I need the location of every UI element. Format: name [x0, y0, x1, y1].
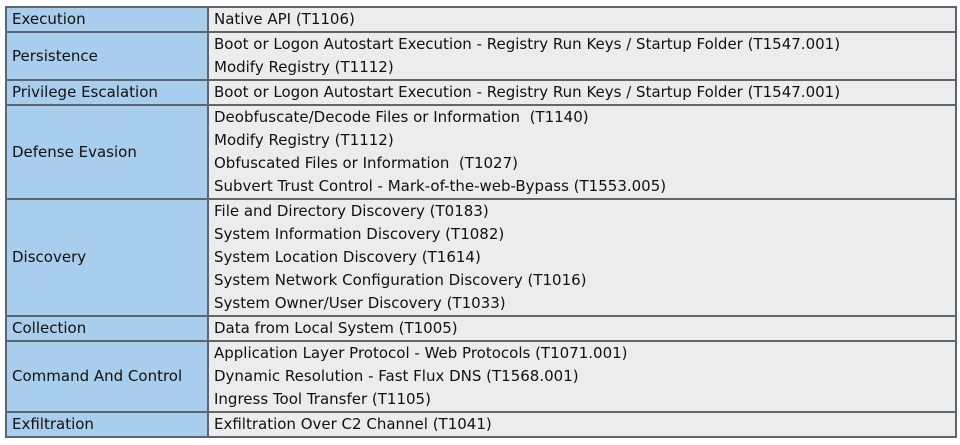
tactic-cell: Collection [5, 315, 209, 342]
technique-item: File and Directory Discovery (T0183) [214, 202, 489, 220]
table-row: Defense Evasion Deobfuscate/Decode Files … [5, 104, 957, 200]
technique-item: Modify Registry (T1112) [214, 58, 394, 76]
technique-item: Deobfuscate/Decode Files or Information … [214, 108, 589, 126]
technique-item: Subvert Trust Control - Mark-of-the-web-… [214, 177, 667, 195]
tactic-cell: Discovery [5, 198, 209, 317]
technique-item: Boot or Logon Autostart Execution - Regi… [214, 83, 841, 101]
tactic-cell: Exfiltration [5, 411, 209, 438]
table-row: Exfiltration Exfiltration Over C2 Channel… [5, 411, 957, 438]
techniques-cell: Data from Local System (T1005) [207, 315, 957, 342]
tactics-techniques-table: Execution Native API (T1106) Persistence Bo… [5, 6, 957, 438]
table-row: Command And Control Application Layer Pro… [5, 340, 957, 413]
technique-item: System Owner/User Discovery (T1033) [214, 294, 506, 312]
techniques-cell: Native API (T1106) [207, 6, 957, 33]
table-row: Discovery File and Directory Discovery (T… [5, 198, 957, 317]
table-row: Collection Data from Local System (T1005) [5, 315, 957, 342]
technique-item: Application Layer Protocol - Web Protoco… [214, 344, 628, 362]
table-body: Execution Native API (T1106) Persistence Bo… [5, 6, 957, 438]
techniques-cell: Boot or Logon Autostart Execution - Regi… [207, 31, 957, 81]
techniques-cell: Exfiltration Over C2 Channel (T1041) [207, 411, 957, 438]
techniques-cell: Application Layer Protocol - Web Protoco… [207, 340, 957, 413]
tactic-cell: Execution [5, 6, 209, 33]
technique-item: Native API (T1106) [214, 10, 355, 28]
technique-item: System Network Configuration Discovery (… [214, 271, 587, 289]
technique-item: Exfiltration Over C2 Channel (T1041) [214, 415, 492, 433]
technique-item: Modify Registry (T1112) [214, 131, 394, 149]
technique-item: Ingress Tool Transfer (T1105) [214, 390, 431, 408]
technique-item: Boot or Logon Autostart Execution - Regi… [214, 35, 841, 53]
tactic-cell: Privilege Escalation [5, 79, 209, 106]
table-row: Persistence Boot or Logon Autostart Execu… [5, 31, 957, 81]
tactic-cell: Defense Evasion [5, 104, 209, 200]
techniques-cell: File and Directory Discovery (T0183) Syst… [207, 198, 957, 317]
technique-item: System Location Discovery (T1614) [214, 248, 481, 266]
techniques-cell: Deobfuscate/Decode Files or Information … [207, 104, 957, 200]
technique-item: Data from Local System (T1005) [214, 319, 458, 337]
table-row: Execution Native API (T1106) [5, 6, 957, 33]
techniques-cell: Boot or Logon Autostart Execution - Regi… [207, 79, 957, 106]
tactic-cell: Command And Control [5, 340, 209, 413]
tactic-cell: Persistence [5, 31, 209, 81]
technique-item: Dynamic Resolution - Fast Flux DNS (T156… [214, 367, 579, 385]
technique-item: Obfuscated Files or Information (T1027) [214, 154, 518, 172]
technique-item: System Information Discovery (T1082) [214, 225, 505, 243]
table-row: Privilege Escalation Boot or Logon Autost… [5, 79, 957, 106]
